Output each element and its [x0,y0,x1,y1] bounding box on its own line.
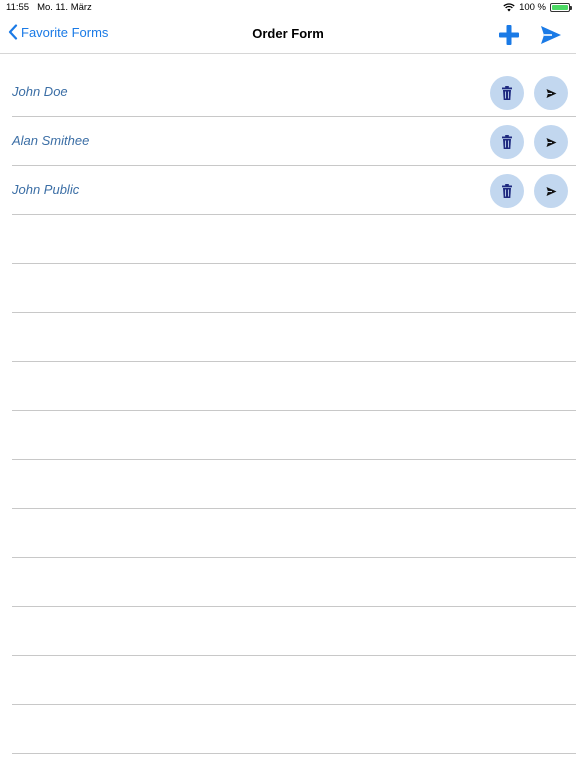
delete-button[interactable] [490,125,524,159]
trash-icon [502,135,512,149]
form-list: John Doe Alan Smithee John Public [0,68,576,754]
send-button[interactable] [534,125,568,159]
list-item[interactable]: John Public [12,166,576,215]
delete-button[interactable] [490,174,524,208]
empty-row [12,313,576,362]
empty-row [12,656,576,705]
list-item[interactable]: John Doe [12,68,576,117]
entry-name: Alan Smithee [12,133,90,148]
plus-icon [499,25,519,45]
send-button[interactable] [534,76,568,110]
entry-name: John Public [12,182,80,197]
add-button[interactable] [497,23,521,47]
empty-row [12,215,576,264]
empty-row [12,705,576,754]
back-button[interactable]: Favorite Forms [8,24,108,40]
empty-row [12,607,576,656]
paper-plane-icon [546,186,556,196]
paper-plane-icon [541,26,561,44]
send-all-button[interactable] [539,24,563,46]
status-time: 11:55 [6,2,30,13]
battery-percent: 100 % [519,2,546,13]
list-item[interactable]: Alan Smithee [12,117,576,166]
battery-icon [550,3,572,12]
empty-row [12,362,576,411]
status-bar: 11:55 Mo. 11. März 100 % [0,0,576,14]
empty-row [12,264,576,313]
delete-button[interactable] [490,76,524,110]
trash-icon [502,86,512,100]
chevron-left-icon [8,24,18,40]
entry-name: John Doe [12,84,68,99]
empty-row [12,460,576,509]
wifi-icon [503,3,515,12]
send-button[interactable] [534,174,568,208]
trash-icon [502,184,512,198]
paper-plane-icon [546,137,556,147]
status-date: Mo. 11. März [37,2,92,13]
navigation-bar: Favorite Forms Order Form [0,14,576,54]
back-button-label: Favorite Forms [21,24,109,40]
empty-row [12,558,576,607]
paper-plane-icon [546,88,556,98]
empty-row [12,509,576,558]
empty-row [12,411,576,460]
